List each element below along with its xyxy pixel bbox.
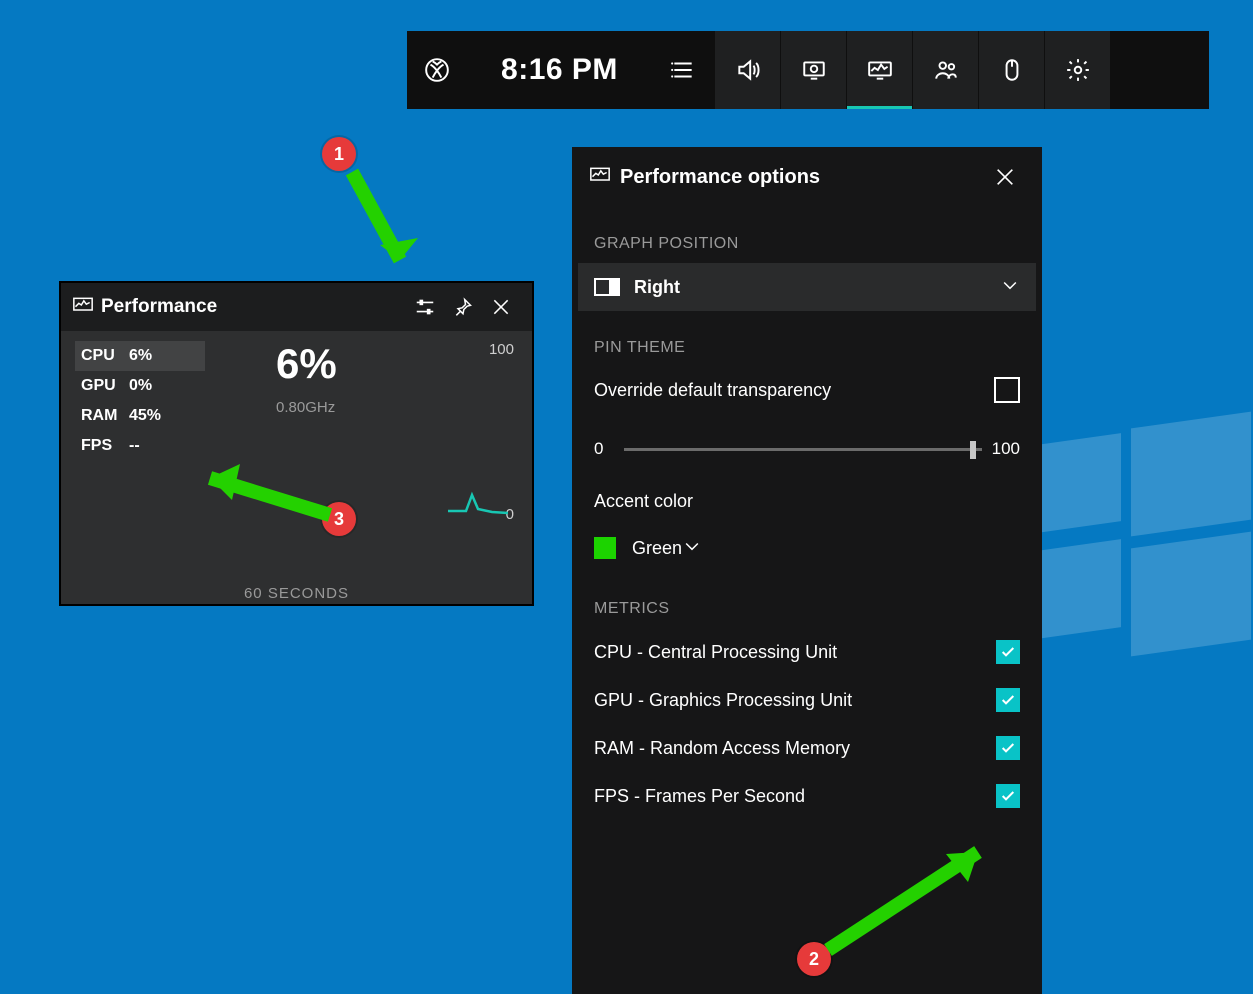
audio-button[interactable] — [715, 31, 780, 109]
close-icon[interactable] — [986, 158, 1024, 196]
metric-row-cpu[interactable]: CPU 6% — [75, 341, 205, 371]
annotation-arrow-3 — [180, 460, 350, 535]
checkbox-checked[interactable] — [996, 736, 1020, 760]
chevron-down-icon — [682, 536, 702, 561]
checkbox-checked[interactable] — [996, 784, 1020, 808]
xbox-icon[interactable] — [407, 31, 467, 109]
accent-swatch — [594, 537, 616, 559]
section-heading-graph-position: GRAPH POSITION — [594, 235, 1020, 253]
checkbox-checked[interactable] — [996, 688, 1020, 712]
annotation-arrow-2 — [818, 832, 1018, 967]
slider-knob[interactable] — [970, 441, 976, 459]
options-title: Performance options — [620, 166, 820, 189]
graph-x-label: 60 SECONDS — [61, 585, 532, 602]
metric-row-gpu[interactable]: GPU 0% — [75, 371, 205, 401]
metric-toggle-cpu[interactable]: CPU - Central Processing Unit — [594, 628, 1020, 676]
annotation-arrow-1 — [340, 160, 430, 295]
widgets-list-button[interactable] — [652, 31, 714, 109]
override-transparency-checkbox[interactable] — [994, 377, 1020, 403]
position-glyph-icon — [594, 278, 620, 296]
game-bar-topbar: 8:16 PM — [407, 31, 1209, 109]
performance-title: Performance — [101, 296, 217, 318]
clock: 8:16 PM — [467, 31, 652, 109]
metric-row-fps[interactable]: FPS -- — [75, 431, 205, 461]
transparency-slider[interactable]: 0 100 — [594, 435, 1020, 465]
metric-toggle-fps[interactable]: FPS - Frames Per Second — [594, 772, 1020, 820]
capture-button[interactable] — [781, 31, 846, 109]
metric-row-ram[interactable]: RAM 45% — [75, 401, 205, 431]
windows-logo — [1023, 420, 1253, 740]
metric-toggle-ram[interactable]: RAM - Random Access Memory — [594, 724, 1020, 772]
accent-color-dropdown[interactable]: Green — [594, 524, 1020, 572]
metric-toggle-gpu[interactable]: GPU - Graphics Processing Unit — [594, 676, 1020, 724]
mouse-button[interactable] — [979, 31, 1044, 109]
performance-button[interactable] — [847, 31, 912, 109]
performance-monitor-icon — [590, 167, 610, 188]
settings-button[interactable] — [1045, 31, 1110, 109]
section-heading-metrics: METRICS — [594, 600, 1020, 618]
metric-list: CPU 6% GPU 0% RAM 45% FPS -- — [75, 341, 205, 461]
chevron-down-icon — [1000, 275, 1020, 300]
close-icon[interactable] — [482, 288, 520, 326]
accent-color-label: Accent color — [594, 491, 1020, 512]
pin-icon[interactable] — [444, 288, 482, 326]
section-heading-pin-theme: PIN THEME — [594, 339, 1020, 357]
override-transparency-row[interactable]: Override default transparency — [594, 367, 1020, 413]
checkbox-checked[interactable] — [996, 640, 1020, 664]
performance-monitor-icon — [73, 297, 93, 318]
graph-position-dropdown[interactable]: Right — [578, 263, 1036, 311]
performance-widget: Performance CPU 6% GPU 0% RAM 45% — [59, 281, 534, 606]
social-button[interactable] — [913, 31, 978, 109]
